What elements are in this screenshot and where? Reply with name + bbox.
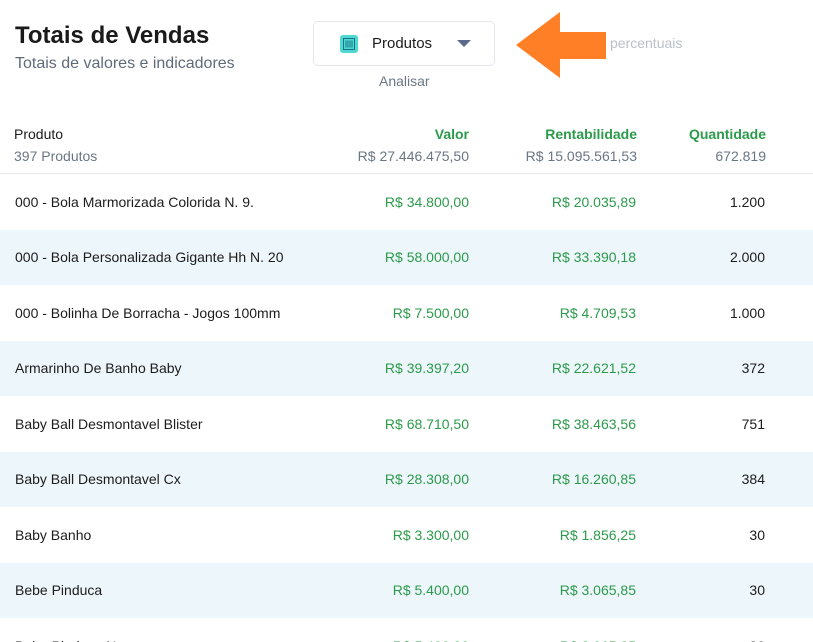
chevron-down-icon bbox=[457, 40, 471, 47]
quantidade-cell: 372 bbox=[741, 360, 765, 377]
page-header: Totais de Vendas Totais de valores e ind… bbox=[0, 0, 813, 110]
column-header-valor[interactable]: Valor bbox=[435, 126, 469, 142]
column-header-produto[interactable]: Produto bbox=[14, 126, 63, 142]
table-row[interactable]: 000 - Bola Personalizada Gigante Hh N. 2… bbox=[0, 229, 813, 285]
quantidade-cell: 2.000 bbox=[729, 249, 765, 266]
valor-cell: R$ 68.710,50 bbox=[384, 415, 469, 432]
product-name-cell: Bebe Pinduca N bbox=[15, 618, 116, 642]
valor-cell: R$ 5.400,00 bbox=[392, 582, 469, 599]
arrow-left-icon bbox=[516, 12, 606, 78]
table-row[interactable]: Bebe Pinduca N R$ 5.400,00 R$ 3.065,85 30 bbox=[0, 618, 813, 642]
valor-cell: R$ 39.397,20 bbox=[384, 360, 469, 377]
column-header-rentabilidade[interactable]: Rentabilidade bbox=[545, 126, 637, 142]
quantidade-cell: 751 bbox=[741, 415, 765, 432]
valor-cell: R$ 3.300,00 bbox=[392, 526, 469, 543]
rentabilidade-cell: R$ 3.065,85 bbox=[559, 582, 636, 599]
rentabilidade-cell: R$ 33.390,18 bbox=[551, 249, 636, 266]
valor-cell: R$ 5.400,00 bbox=[393, 618, 469, 642]
produto-count: 397 Produtos bbox=[14, 148, 98, 164]
table-row[interactable]: Bebe Pinduca R$ 5.400,00 R$ 3.065,85 30 bbox=[0, 562, 813, 618]
rentabilidade-cell: R$ 22.621,52 bbox=[551, 360, 636, 377]
column-header-quantidade[interactable]: Quantidade bbox=[689, 126, 766, 142]
rentabilidade-cell: R$ 38.463,56 bbox=[551, 415, 636, 432]
rentabilidade-cell: R$ 16.260,85 bbox=[551, 471, 636, 488]
quantidade-total: 672.819 bbox=[715, 148, 766, 164]
dropdown-selected-value: Produtos bbox=[372, 35, 433, 52]
rentabilidade-total: R$ 15.095.561,53 bbox=[525, 148, 637, 164]
quantidade-cell: 384 bbox=[741, 471, 765, 488]
quantidade-cell: 30 bbox=[749, 526, 765, 543]
valor-cell: R$ 58.000,00 bbox=[384, 249, 469, 266]
dropdown-caption: Analisar bbox=[379, 73, 430, 89]
table-row[interactable]: Baby Ball Desmontavel Blister R$ 68.710,5… bbox=[0, 396, 813, 452]
product-name-cell: Armarinho De Banho Baby bbox=[15, 360, 182, 377]
valor-cell: R$ 7.500,00 bbox=[392, 304, 469, 321]
table-row[interactable]: 000 - Bola Marmorizada Colorida N. 9. R$ … bbox=[0, 174, 813, 230]
quantidade-cell: 30 bbox=[749, 618, 765, 642]
table-row[interactable]: Armarinho De Banho Baby R$ 39.397,20 R$ 22… bbox=[0, 340, 813, 396]
rentabilidade-cell: R$ 1.856,25 bbox=[559, 526, 636, 543]
percentuais-toggle[interactable]: percentuais bbox=[610, 35, 682, 51]
table-row[interactable]: Baby Ball Desmontavel Cx R$ 28.308,00 R$ 1… bbox=[0, 451, 813, 507]
product-name-cell: Baby Banho bbox=[15, 526, 92, 543]
table-row[interactable]: 000 - Bolinha De Borracha - Jogos 100mm R… bbox=[0, 285, 813, 341]
product-name-cell: 000 - Bola Marmorizada Colorida N. 9. bbox=[15, 193, 254, 210]
page-subtitle: Totais de valores e indicadores bbox=[15, 55, 235, 72]
quantidade-cell: 30 bbox=[749, 582, 765, 599]
product-name-cell: Bebe Pinduca bbox=[15, 582, 103, 599]
product-name-cell: 000 - Bolinha De Borracha - Jogos 100mm bbox=[15, 304, 281, 321]
valor-total: R$ 27.446.475,50 bbox=[357, 148, 469, 164]
quantidade-cell: 1.000 bbox=[729, 304, 765, 321]
rentabilidade-cell: R$ 4.709,53 bbox=[559, 304, 636, 321]
barcode-icon bbox=[340, 35, 358, 53]
valor-cell: R$ 34.800,00 bbox=[384, 193, 469, 210]
product-name-cell: Baby Ball Desmontavel Blister bbox=[15, 415, 203, 432]
table-header: Produto 397 Produtos Valor R$ 27.446.475… bbox=[0, 110, 813, 174]
table-row[interactable]: Baby Banho R$ 3.300,00 R$ 1.856,25 30 bbox=[0, 507, 813, 563]
rentabilidade-cell: R$ 20.035,89 bbox=[551, 193, 636, 210]
product-name-cell: 000 - Bola Personalizada Gigante Hh N. 2… bbox=[15, 249, 284, 266]
rentabilidade-cell: R$ 3.065,85 bbox=[560, 618, 636, 642]
page-title: Totais de Vendas bbox=[15, 22, 210, 49]
quantidade-cell: 1.200 bbox=[729, 193, 765, 210]
valor-cell: R$ 28.308,00 bbox=[384, 471, 469, 488]
product-name-cell: Baby Ball Desmontavel Cx bbox=[15, 471, 181, 488]
analyze-dropdown[interactable]: Produtos bbox=[313, 21, 495, 66]
